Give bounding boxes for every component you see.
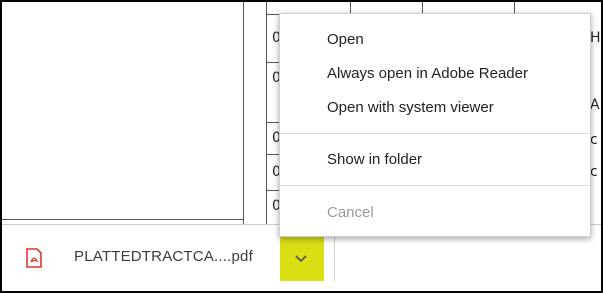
download-file-name[interactable]: PLATTEDTRACTCA....pdf (74, 248, 253, 265)
table-cell: c (590, 164, 598, 180)
menu-item-label: Open with system viewer (327, 99, 494, 116)
menu-item-label: Cancel (327, 204, 374, 221)
screenshot-frame: 0 0 0 0 0 A c c H PLATTEDTRACTCA....pdf (0, 0, 603, 293)
menu-item-label: Open (327, 31, 364, 48)
table-cell: H (590, 30, 601, 46)
table-border (243, 2, 244, 224)
menu-item-label: Show in folder (327, 151, 423, 168)
download-item-divider (334, 237, 335, 281)
menu-item-always-open-adobe[interactable]: Always open in Adobe Reader (280, 59, 590, 89)
table-border (2, 219, 243, 220)
menu-item-label: Always open in Adobe Reader (327, 65, 528, 82)
pdf-icon (26, 248, 42, 268)
menu-separator (280, 133, 590, 134)
menu-item-show-in-folder[interactable]: Show in folder (280, 145, 590, 175)
download-context-menu: Open Always open in Adobe Reader Open wi… (279, 13, 591, 237)
chevron-down-icon (295, 255, 307, 263)
menu-item-cancel[interactable]: Cancel (280, 198, 590, 228)
table-cell: c (590, 132, 598, 148)
table-cell: A (590, 97, 600, 113)
menu-separator (280, 185, 590, 186)
menu-item-open[interactable]: Open (280, 25, 590, 55)
menu-item-open-system-viewer[interactable]: Open with system viewer (280, 93, 590, 123)
download-options-button[interactable] (280, 237, 324, 281)
